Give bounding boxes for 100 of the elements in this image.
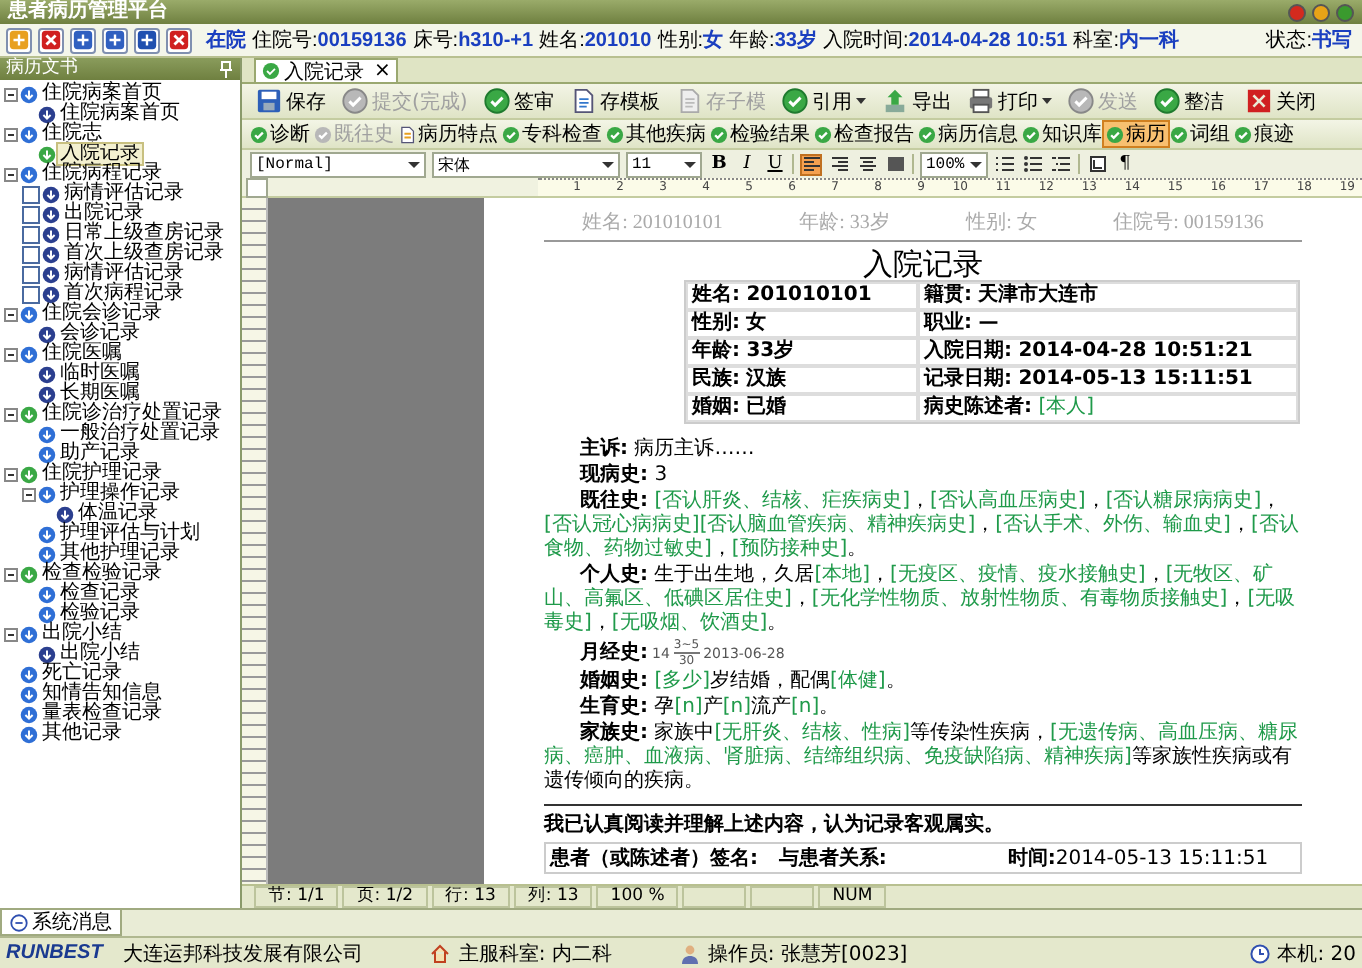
bullet-list-button[interactable] <box>1022 153 1044 175</box>
toolbar-button[interactable]: 病历 <box>1104 122 1168 146</box>
tree-item[interactable]: 助产记录 <box>58 444 142 464</box>
patient-info-field: 入院时间:2014-04-28 10:51 <box>822 26 1068 54</box>
checkbox[interactable] <box>22 205 40 223</box>
toolbar-button[interactable]: 关闭 <box>1239 86 1322 116</box>
tree-item[interactable]: 检查检验记录 <box>40 564 164 584</box>
numbered-list-icon <box>996 156 1014 172</box>
align-button[interactable] <box>884 153 906 175</box>
expander-icon[interactable] <box>4 627 18 641</box>
expander-icon[interactable] <box>4 347 18 361</box>
tree-item[interactable]: 住院病案首页 <box>58 104 182 124</box>
tree-item[interactable]: 长期医嘱 <box>58 384 142 404</box>
expander-icon[interactable] <box>4 567 18 581</box>
toolbar-button[interactable]: 整洁 <box>1147 86 1230 116</box>
expander-icon[interactable] <box>4 467 18 481</box>
tree-item[interactable]: 体温记录 <box>76 504 160 524</box>
toolbar-button[interactable]: 保存 <box>250 86 332 116</box>
expander-icon[interactable] <box>4 87 18 101</box>
toolbar-button[interactable]: 检查报告 <box>812 122 916 146</box>
toolbar-button[interactable]: 其他疾病 <box>604 122 708 146</box>
tree-item[interactable]: 知情告知信息 <box>40 684 164 704</box>
tree-item[interactable]: 住院会诊记录 <box>40 304 164 324</box>
checkbox[interactable] <box>22 185 40 203</box>
tree-item[interactable]: 出院记录 <box>62 204 146 224</box>
document-tab[interactable]: 入院记录 × <box>254 58 399 82</box>
align-button[interactable] <box>800 153 822 175</box>
tree-item[interactable]: 住院病程记录 <box>40 164 164 184</box>
toolbar-button[interactable]: 签审 <box>477 86 560 116</box>
tree-item[interactable]: 出院小结 <box>40 624 124 644</box>
font-dropdown[interactable]: 宋体 <box>432 151 620 177</box>
delete-button[interactable] <box>38 27 64 53</box>
expander-icon[interactable] <box>4 127 18 141</box>
tree-item[interactable]: 住院护理记录 <box>40 464 164 484</box>
toolbar-button[interactable]: 病历特点 <box>396 122 500 146</box>
tab-close-button[interactable]: × <box>374 61 391 81</box>
tree-item[interactable]: 护理评估与计划 <box>58 524 202 544</box>
checkbox[interactable] <box>22 225 40 243</box>
tree-item[interactable]: 临时医嘱 <box>58 364 142 384</box>
tree-item[interactable]: 住院病案首页 <box>40 84 164 104</box>
expander-icon[interactable] <box>22 487 36 501</box>
checkbox[interactable] <box>22 285 40 303</box>
outline-list-button[interactable] <box>1050 153 1072 175</box>
toolbar-button[interactable]: 知识库 <box>1020 122 1104 146</box>
bold-button[interactable]: B <box>708 153 730 175</box>
checkbox[interactable] <box>22 265 40 283</box>
close-button[interactable] <box>166 27 192 53</box>
italic-button[interactable]: I <box>736 153 758 175</box>
tree-item[interactable]: 护理操作记录 <box>58 484 182 504</box>
expander-icon[interactable] <box>4 307 18 321</box>
toolbar-button[interactable]: 词组 <box>1168 122 1232 146</box>
signature-cell-text: 时间:2014-05-13 15:11:51 <box>1005 845 1271 872</box>
tree-item[interactable]: 首次病程记录 <box>62 284 186 304</box>
tree-item[interactable]: 病情评估记录 <box>62 264 186 284</box>
toolbar-button[interactable]: 引用 <box>775 86 872 116</box>
check-circle-icon <box>262 62 280 80</box>
expander-icon[interactable] <box>4 407 18 421</box>
align-button[interactable] <box>856 153 878 175</box>
tree-item[interactable]: 其他护理记录 <box>58 544 182 564</box>
numbered-list-button[interactable] <box>994 153 1016 175</box>
tree-item[interactable]: 住院志 <box>40 124 104 144</box>
expander-icon[interactable] <box>4 167 18 181</box>
toolbar-button[interactable]: 痕迹 <box>1232 122 1296 146</box>
tree-item[interactable]: 量表检查记录 <box>40 704 164 724</box>
tree-item[interactable]: 检查记录 <box>58 584 142 604</box>
toolbar-button[interactable]: 导出 <box>875 86 958 116</box>
tree-item[interactable]: 一般治疗处置记录 <box>58 424 222 444</box>
toolbar-button[interactable]: 存模板 <box>563 86 666 116</box>
document-icon <box>569 88 596 114</box>
tree-item[interactable]: 病情评估记录 <box>62 184 186 204</box>
page-icon <box>1089 156 1105 172</box>
toolbar-button[interactable]: 诊断 <box>248 122 312 146</box>
font-size-dropdown[interactable]: 11 <box>626 151 702 177</box>
tree-item[interactable]: 其他记录 <box>40 724 124 744</box>
machine-text: 本机: 20 <box>1277 941 1356 967</box>
zoom-dropdown[interactable]: 100% <box>920 151 988 177</box>
page-view-button[interactable] <box>1086 153 1108 175</box>
window-maximize-button[interactable] <box>1336 3 1354 21</box>
paragraph-marks-button[interactable]: ¶ <box>1114 153 1136 175</box>
pin-icon[interactable] <box>218 60 234 78</box>
align-button[interactable] <box>828 153 850 175</box>
tree-item[interactable]: 会诊记录 <box>58 324 142 344</box>
window-minimize-button[interactable] <box>1312 3 1330 21</box>
checkbox[interactable] <box>22 245 40 263</box>
style-dropdown[interactable]: [Normal] <box>250 151 426 177</box>
tree-item[interactable]: 首次上级查房记录 <box>62 244 226 264</box>
tree-item[interactable]: 检验记录 <box>58 604 142 624</box>
toolbar-button[interactable]: 专科检查 <box>500 122 604 146</box>
tree-item[interactable]: 日常上级查房记录 <box>62 224 226 244</box>
tree-item[interactable]: 住院诊治疗处置记录 <box>40 404 224 424</box>
message-tab[interactable]: 系统消息 <box>0 910 122 936</box>
document-icon <box>675 88 702 114</box>
tree-item[interactable]: 出院小结 <box>58 644 142 664</box>
toolbar-button[interactable]: 打印 <box>961 86 1058 116</box>
tree-item[interactable]: 死亡记录 <box>40 664 124 684</box>
window-close-button[interactable] <box>1288 3 1306 21</box>
toolbar-button[interactable]: 检验结果 <box>708 122 812 146</box>
tree-item[interactable]: 住院医嘱 <box>40 344 124 364</box>
toolbar-button[interactable]: 病历信息 <box>916 122 1020 146</box>
underline-button[interactable]: U <box>764 153 786 175</box>
